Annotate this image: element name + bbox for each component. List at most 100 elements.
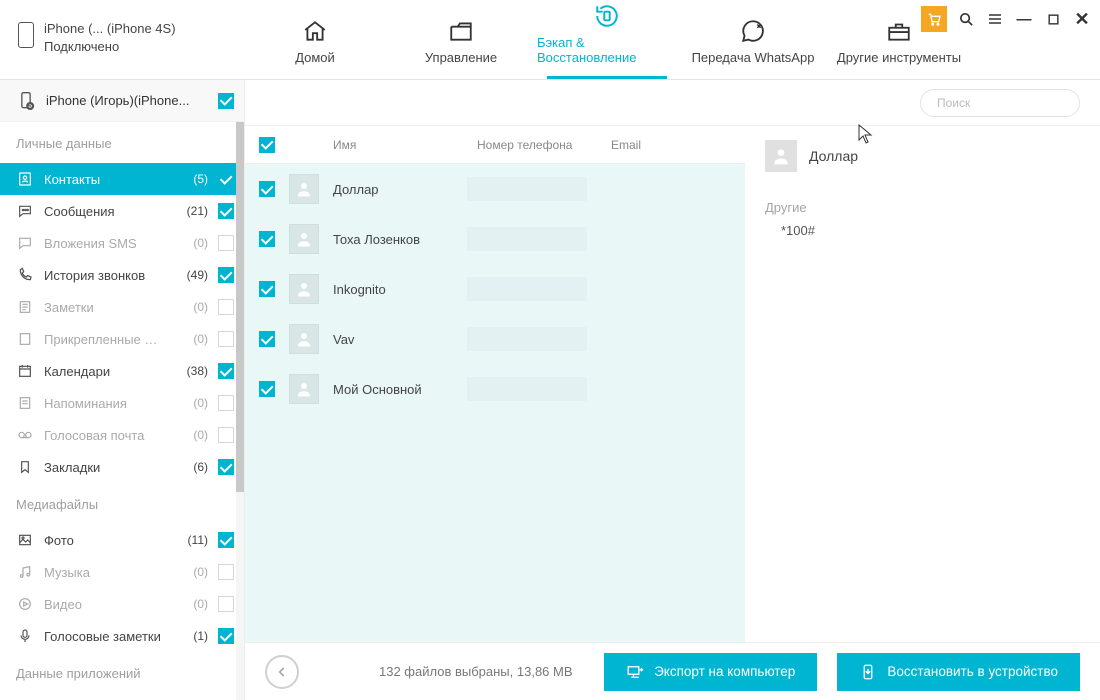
sidebar-item-calendar[interactable]: Календари (38) [0,355,244,387]
mic-icon [16,627,34,645]
folder-icon [448,18,474,44]
calendar-icon [16,362,34,380]
messages-checkbox[interactable] [218,203,234,219]
sidebar-item-note-attachments[interactable]: Прикрепленные фа... (0) [0,323,244,355]
sidebar-item-music[interactable]: Музыка (0) [0,556,244,588]
sms-att-icon [16,234,34,252]
device-status: Подключено [44,38,176,56]
col-email: Email [611,138,731,152]
device-checkbox[interactable] [218,93,234,109]
sidebar-device-row[interactable]: iPhone (Игорь)(iPhone... [0,80,244,122]
row-avatar [289,274,319,304]
sidebar-item-voicemail[interactable]: Голосовая почта (0) [0,419,244,451]
memos-checkbox[interactable] [218,628,234,644]
detail-other-label: Другие [765,200,1080,215]
row-phone-blur [467,227,587,251]
export-button[interactable]: Экспорт на компьютер [604,653,817,691]
table-row[interactable]: Vav [245,314,745,364]
row-phone-blur [467,327,587,351]
row-checkbox[interactable] [259,181,275,197]
video-checkbox[interactable] [218,596,234,612]
row-phone-blur [467,177,587,201]
section-media: Медиафайлы [0,483,244,524]
sidebar-item-video[interactable]: Видео (0) [0,588,244,620]
row-avatar [289,324,319,354]
phone-icon [18,22,34,48]
phone-refresh-icon [16,91,36,111]
sms-att-checkbox[interactable] [218,235,234,251]
row-avatar [289,374,319,404]
table-row[interactable]: Тоха Лозенков [245,214,745,264]
back-button[interactable] [265,655,299,689]
sidebar-item-bookmarks[interactable]: Закладки (6) [0,451,244,483]
sidebar-item-contacts[interactable]: Контакты (5) [0,163,244,195]
detail-avatar [765,140,797,172]
row-checkbox[interactable] [259,281,275,297]
reminders-checkbox[interactable] [218,395,234,411]
bookmarks-checkbox[interactable] [218,459,234,475]
section-apps: Данные приложений [0,652,244,693]
table-row[interactable]: Inkognito [245,264,745,314]
sidebar-device-label: iPhone (Игорь)(iPhone... [46,93,208,108]
home-icon [302,18,328,44]
note-att-checkbox[interactable] [218,331,234,347]
restore-button[interactable]: Восстановить в устройство [837,653,1080,691]
sidebar-item-sms-attachments[interactable]: Вложения SMS (0) [0,227,244,259]
detail-other-value: *100# [765,223,1080,238]
whatsapp-icon [740,18,766,44]
sidebar-item-reminders[interactable]: Напоминания (0) [0,387,244,419]
search-input[interactable] [937,96,1092,110]
row-phone-blur [467,377,587,401]
nav-backup[interactable]: Бэкап & Восстановление [537,0,677,79]
detail-name: Доллар [809,148,858,164]
sidebar-item-photos[interactable]: Фото (11) [0,524,244,556]
menu-icon[interactable] [985,9,1005,29]
messages-icon [16,202,34,220]
voicemail-checkbox[interactable] [218,427,234,443]
row-checkbox[interactable] [259,381,275,397]
sidebar-item-voice-memos[interactable]: Голосовые заметки (1) [0,620,244,652]
row-name: Тоха Лозенков [333,232,453,247]
row-name: Мой Основной [333,382,453,397]
notes-icon [16,298,34,316]
sidebar-item-messages[interactable]: Сообщения (21) [0,195,244,227]
music-checkbox[interactable] [218,564,234,580]
note-att-icon [16,330,34,348]
footer-status: 132 файлов выбраны, 13,86 MB [319,664,584,679]
sidebar-item-notes[interactable]: Заметки (0) [0,291,244,323]
search-box[interactable] [920,89,1080,117]
row-checkbox[interactable] [259,231,275,247]
nav-whatsapp[interactable]: Передача WhatsApp [683,8,823,79]
select-all-checkbox[interactable] [259,137,275,153]
calls-checkbox[interactable] [218,267,234,283]
bookmarks-icon [16,458,34,476]
voicemail-icon [16,426,34,444]
table-row[interactable]: Мой Основной [245,364,745,414]
table-header: Имя Номер телефона Email [245,126,745,164]
table-row[interactable]: Доллар [245,164,745,214]
row-phone-blur [467,277,587,301]
nav-tools[interactable]: Другие инструменты [829,8,969,79]
maximize-button[interactable] [1043,9,1063,29]
sidebar-item-calls[interactable]: История звонков (49) [0,259,244,291]
row-checkbox[interactable] [259,331,275,347]
reminders-icon [16,394,34,412]
col-phone: Номер телефона [477,138,597,152]
row-name: Доллар [333,182,453,197]
contacts-checkbox[interactable] [218,171,234,187]
sidebar-scrollbar[interactable] [236,122,244,700]
photos-checkbox[interactable] [218,532,234,548]
nav-manage[interactable]: Управление [391,8,531,79]
row-name: Inkognito [333,282,453,297]
video-icon [16,595,34,613]
minimize-button[interactable]: — [1014,9,1034,29]
backup-icon [594,3,620,29]
close-button[interactable]: ✕ [1072,9,1092,29]
row-avatar [289,174,319,204]
notes-checkbox[interactable] [218,299,234,315]
section-personal: Личные данные [0,122,244,163]
calendar-checkbox[interactable] [218,363,234,379]
col-name: Имя [333,138,463,152]
music-icon [16,563,34,581]
nav-home[interactable]: Домой [245,8,385,79]
